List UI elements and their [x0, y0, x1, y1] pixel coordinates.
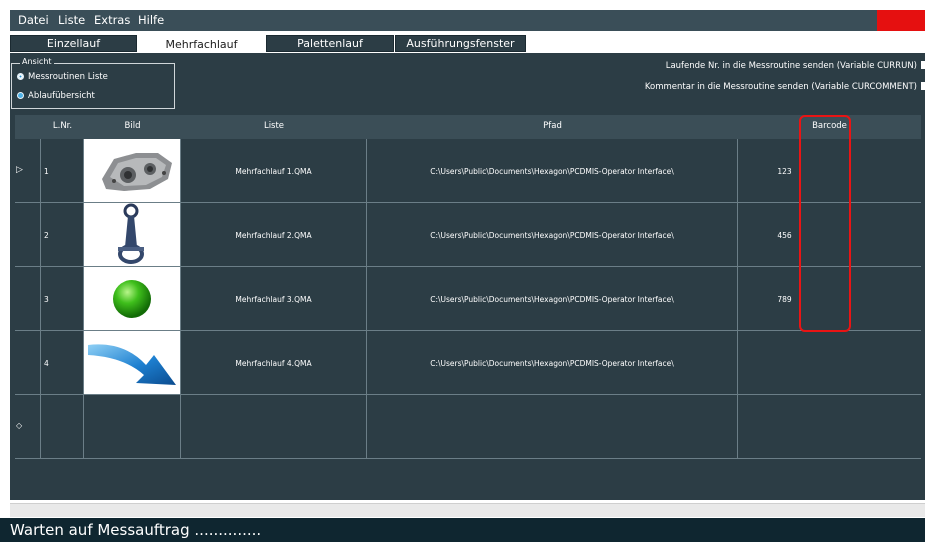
tab-mehrfachlauf[interactable]: Mehrfachlauf [138, 36, 265, 53]
radio-label: Ablaufübersicht [28, 91, 95, 101]
routine-grid: L.Nr. Bild Liste Pfad Barcode ▷ 1 Mehrfa… [15, 115, 921, 463]
lnr-value: 3 [44, 295, 49, 304]
status-text: Warten auf Messauftrag .............. [10, 521, 262, 539]
table-row[interactable]: ▷ 1 Mehrfachlauf 1.QMA C:\Users\Public\D… [15, 139, 921, 203]
row-selector[interactable] [15, 331, 40, 394]
option-curcomment-label: Kommentar in die Messroutine senden (Var… [644, 82, 917, 92]
view-group: Ansicht Messroutinen Liste Ablaufübersic… [11, 57, 175, 109]
table-row[interactable]: 3 Mehrfachlauf 3.QMA C:\Users\Public\Doc… [15, 267, 921, 331]
grid-header: L.Nr. Bild Liste Pfad Barcode [15, 115, 921, 139]
barcode-highlight-frame [799, 115, 851, 332]
cell-pfad: C:\Users\Public\Documents\Hexagon\PCDMIS… [367, 267, 738, 330]
cell-pfad: C:\Users\Public\Documents\Hexagon\PCDMIS… [367, 203, 738, 266]
col-lnr-header[interactable]: L.Nr. [40, 121, 85, 131]
new-table-row[interactable]: ◇ [15, 395, 921, 459]
cell-image[interactable] [84, 395, 181, 458]
horizontal-scrollbar[interactable] [10, 503, 925, 517]
cell-liste[interactable] [181, 395, 367, 458]
main-panel: Ansicht Messroutinen Liste Ablaufübersic… [10, 53, 925, 500]
cell-image [84, 139, 181, 202]
liste-value: Mehrfachlauf 2.QMA [235, 231, 312, 240]
row-selector[interactable]: ◇ [15, 395, 40, 458]
option-curcomment[interactable]: Kommentar in die Messroutine senden (Var… [645, 82, 925, 92]
cell-barcode[interactable] [738, 395, 921, 458]
col-pfad-header[interactable]: Pfad [367, 121, 738, 131]
radio-label: Messroutinen Liste [28, 72, 108, 82]
connecting-rod-image [118, 203, 144, 264]
cell-lnr: 4 [40, 331, 84, 394]
radio-messroutinen-liste[interactable]: Messroutinen Liste [17, 72, 108, 82]
gearbox-housing-image [102, 153, 172, 191]
cell-lnr: 1 [40, 139, 84, 202]
view-group-legend: Ansicht [20, 57, 54, 66]
tab-strip: Einzellauf Mehrfachlauf Palettenlauf Aus… [10, 35, 925, 53]
cell-liste: Mehrfachlauf 1.QMA [181, 139, 367, 202]
cell-liste: Mehrfachlauf 3.QMA [181, 267, 367, 330]
cell-liste: Mehrfachlauf 2.QMA [181, 203, 367, 266]
cell-barcode[interactable] [738, 331, 921, 394]
tab-ausfuehrungsfenster[interactable]: Ausführungsfenster [395, 35, 526, 52]
radio-checked-icon[interactable] [17, 73, 24, 80]
current-row-icon: ▷ [16, 165, 23, 175]
cell-image [84, 267, 181, 330]
green-sphere-image [113, 280, 151, 318]
col-bild-header[interactable]: Bild [84, 121, 181, 131]
menu-liste[interactable]: Liste [58, 13, 85, 27]
menu-datei[interactable]: Datei [18, 13, 49, 27]
lnr-value: 1 [44, 167, 49, 176]
radio-ablaufuebersicht[interactable]: Ablaufübersicht [17, 91, 95, 101]
checkbox-icon[interactable] [921, 61, 925, 69]
pfad-value: C:\Users\Public\Documents\Hexagon\PCDMIS… [430, 231, 674, 240]
col-liste-header[interactable]: Liste [181, 121, 367, 131]
cell-lnr[interactable] [40, 395, 84, 458]
pfad-value: C:\Users\Public\Documents\Hexagon\PCDMIS… [430, 359, 674, 368]
status-bar: Warten auf Messauftrag .............. [0, 518, 925, 542]
table-row[interactable]: 4 Mehrfachlauf 4.QMA C:\Users\Public\Doc… [15, 331, 921, 395]
cell-lnr: 3 [40, 267, 84, 330]
menu-hilfe[interactable]: Hilfe [138, 13, 164, 27]
cell-pfad[interactable] [367, 395, 738, 458]
tab-palettenlauf[interactable]: Palettenlauf [266, 35, 394, 52]
cell-liste: Mehrfachlauf 4.QMA [181, 331, 367, 394]
menu-bar: Datei Liste Extras Hilfe [10, 10, 925, 31]
cell-image [84, 331, 181, 394]
operator-interface-window: Datei Liste Extras Hilfe Einzellauf Mehr… [0, 0, 925, 542]
menu-extras[interactable]: Extras [94, 13, 130, 27]
pfad-value: C:\Users\Public\Documents\Hexagon\PCDMIS… [430, 167, 674, 176]
row-selector[interactable] [15, 267, 40, 330]
liste-value: Mehrfachlauf 1.QMA [235, 167, 312, 176]
liste-value: Mehrfachlauf 3.QMA [235, 295, 312, 304]
checkbox-icon[interactable] [921, 82, 925, 90]
radio-unchecked-icon[interactable] [17, 92, 24, 99]
new-row-icon: ◇ [16, 421, 23, 430]
tab-einzellauf[interactable]: Einzellauf [10, 35, 137, 52]
pfad-value: C:\Users\Public\Documents\Hexagon\PCDMIS… [430, 295, 674, 304]
lnr-value: 4 [44, 359, 49, 368]
cell-pfad: C:\Users\Public\Documents\Hexagon\PCDMIS… [367, 331, 738, 394]
row-selector[interactable] [15, 203, 40, 266]
option-currun[interactable]: Laufende Nr. in die Messroutine senden (… [666, 61, 925, 71]
cell-image [84, 203, 181, 266]
liste-value: Mehrfachlauf 4.QMA [235, 359, 312, 368]
cell-lnr: 2 [40, 203, 84, 266]
lnr-value: 2 [44, 231, 49, 240]
row-selector[interactable]: ▷ [15, 139, 40, 202]
option-currun-label: Laufende Nr. in die Messroutine senden (… [665, 61, 917, 71]
table-row[interactable]: 2 Mehrfachlauf 2.QMA C:\Users\Public\Doc… [15, 203, 921, 267]
status-indicator [877, 10, 925, 31]
blue-arrow-image [88, 344, 176, 385]
cell-pfad: C:\Users\Public\Documents\Hexagon\PCDMIS… [367, 139, 738, 202]
